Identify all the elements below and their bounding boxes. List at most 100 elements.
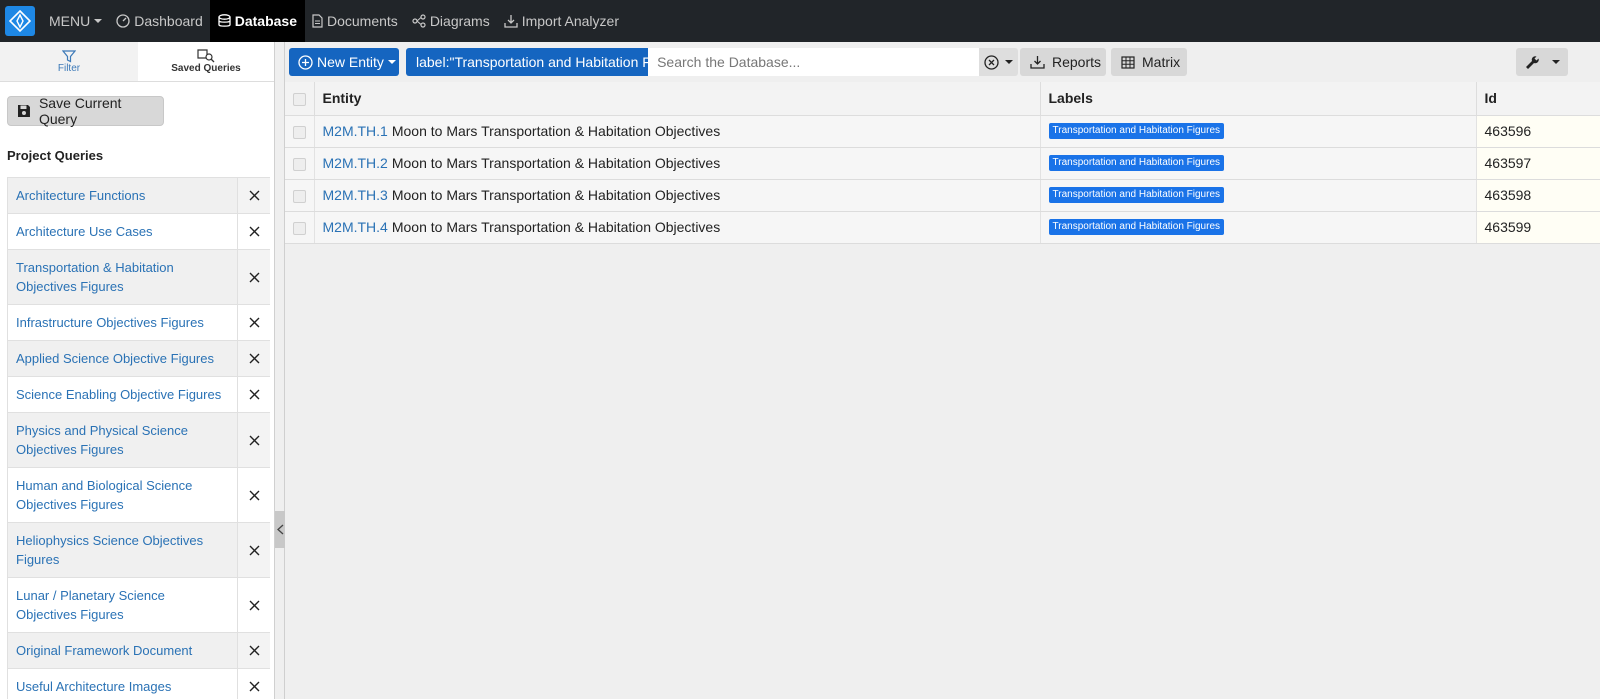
column-header-labels[interactable]: Labels	[1040, 82, 1477, 116]
table-row[interactable]: M2M.TH.3 Moon to Mars Transportation & Ha…	[285, 179, 1600, 212]
nav-import-analyzer[interactable]: Import Analyzer	[497, 0, 626, 42]
entity-cell: M2M.TH.2 Moon to Mars Transportation & Ha…	[314, 147, 1041, 180]
entity-code-link[interactable]: M2M.TH.3	[323, 187, 388, 203]
row-checkbox[interactable]	[292, 189, 306, 203]
close-icon	[249, 272, 259, 282]
label-badge[interactable]: Transportation and Habitation Figures	[1048, 154, 1224, 171]
save-icon	[17, 105, 30, 117]
delete-query-button[interactable]	[237, 341, 270, 376]
close-icon	[249, 190, 259, 201]
chevron-left-icon	[276, 524, 283, 535]
sidebar-collapse-handle[interactable]	[275, 511, 285, 548]
nav-import-analyzer-label: Import Analyzer	[521, 13, 619, 29]
column-header-id[interactable]: Id	[1476, 82, 1600, 116]
matrix-button[interactable]: Matrix	[1111, 48, 1187, 76]
id-cell: 463597	[1476, 147, 1600, 180]
database-toolbar: New Entity label:"Transportation and Hab…	[285, 42, 1600, 82]
table-row[interactable]: M2M.TH.1 Moon to Mars Transportation & Ha…	[285, 115, 1600, 148]
caret-down-icon	[1004, 60, 1013, 64]
delete-query-button[interactable]	[237, 214, 270, 249]
saved-query-link[interactable]: Architecture Functions	[8, 178, 237, 213]
delete-query-button[interactable]	[237, 250, 270, 304]
entity-code-link[interactable]: M2M.TH.1	[323, 123, 388, 139]
tab-saved-queries[interactable]: Saved Queries	[138, 42, 274, 81]
row-checkbox[interactable]	[292, 157, 306, 171]
delete-query-button[interactable]	[237, 305, 270, 340]
table-row[interactable]: M2M.TH.4 Moon to Mars Transportation & Ha…	[285, 211, 1600, 244]
delete-query-button[interactable]	[237, 413, 270, 467]
labels-cell: Transportation and Habitation Figures	[1040, 211, 1477, 244]
row-select-cell[interactable]	[285, 115, 315, 148]
saved-queries-icon	[197, 49, 215, 63]
entity-table: Entity Labels Id M2M.TH.1 Moon to Mars Tr…	[285, 82, 1600, 244]
row-select-cell[interactable]	[285, 179, 315, 212]
saved-query-link[interactable]: Lunar / Planetary Science Objectives Fig…	[8, 578, 237, 632]
saved-query-link[interactable]: Human and Biological Science Objectives …	[8, 468, 237, 522]
menu-label: MENU	[49, 13, 91, 29]
delete-query-button[interactable]	[237, 669, 270, 699]
menu-dropdown[interactable]: MENU	[42, 0, 109, 42]
saved-query-link[interactable]: Physics and Physical Science Objectives …	[8, 413, 237, 467]
label-badge[interactable]: Transportation and Habitation Figures	[1048, 186, 1224, 203]
select-all-checkbox[interactable]	[292, 93, 306, 107]
close-icon	[249, 317, 259, 328]
labels-cell: Transportation and Habitation Figures	[1040, 147, 1477, 180]
dashboard-icon	[116, 14, 130, 28]
labels-cell: Transportation and Habitation Figures	[1040, 179, 1477, 212]
row-checkbox[interactable]	[292, 221, 306, 235]
saved-query-link[interactable]: Original Framework Document	[8, 633, 237, 668]
save-current-query-label: Save Current Query	[38, 95, 122, 127]
select-all-cell[interactable]	[285, 82, 315, 116]
sidebar: Filter Saved Queries Save Current Query …	[0, 42, 275, 699]
entity-code-link[interactable]: M2M.TH.4	[323, 219, 388, 235]
column-header-entity[interactable]: Entity	[314, 82, 1041, 116]
clear-search-button[interactable]	[978, 48, 1018, 76]
delete-query-button[interactable]	[237, 633, 270, 668]
nav-documents[interactable]: Documents	[305, 0, 405, 42]
nav-dashboard-label: Dashboard	[134, 13, 203, 29]
row-select-cell[interactable]	[285, 211, 315, 244]
label-badge[interactable]: Transportation and Habitation Figures	[1048, 122, 1224, 139]
saved-query-link[interactable]: Useful Architecture Images	[8, 669, 237, 699]
saved-query-link[interactable]: Science Enabling Objective Figures	[8, 377, 237, 412]
delete-query-button[interactable]	[237, 178, 270, 213]
nav-diagrams[interactable]: Diagrams	[405, 0, 497, 42]
table-row[interactable]: M2M.TH.2 Moon to Mars Transportation & Ha…	[285, 147, 1600, 180]
close-icon	[249, 645, 259, 656]
saved-query-link[interactable]: Heliophysics Science Objectives Figures	[8, 523, 237, 577]
active-query-chip[interactable]: label:"Transportation and Habitation Fig…	[406, 48, 649, 76]
top-nav: MENU Dashboard Database Documents Diagra…	[0, 0, 1600, 42]
saved-query-item: Infrastructure Objectives Figures	[7, 305, 270, 341]
entity-code-link[interactable]: M2M.TH.2	[323, 155, 388, 171]
close-icon	[249, 545, 259, 555]
search-group: label:"Transportation and Habitation Fig…	[406, 48, 1018, 76]
nav-dashboard[interactable]: Dashboard	[109, 0, 210, 42]
delete-query-button[interactable]	[237, 377, 270, 412]
row-checkbox[interactable]	[292, 125, 306, 139]
import-icon	[504, 15, 518, 28]
reports-button[interactable]: Reports	[1020, 48, 1106, 76]
saved-query-item: Physics and Physical Science Objectives …	[7, 413, 270, 468]
tab-filter[interactable]: Filter	[0, 42, 138, 81]
label-badge[interactable]: Transportation and Habitation Figures	[1048, 218, 1224, 235]
delete-query-button[interactable]	[237, 468, 270, 522]
settings-wrench-button[interactable]	[1516, 48, 1568, 76]
saved-query-link[interactable]: Infrastructure Objectives Figures	[8, 305, 237, 340]
search-input[interactable]	[648, 48, 979, 76]
nav-database[interactable]: Database	[209, 0, 305, 42]
app-logo[interactable]	[5, 6, 35, 36]
saved-query-link[interactable]: Applied Science Objective Figures	[8, 341, 237, 376]
delete-query-button[interactable]	[237, 578, 270, 632]
save-current-query-button[interactable]: Save Current Query	[7, 95, 164, 127]
close-icon	[249, 490, 259, 500]
entity-name: Moon to Mars Transportation & Habitation…	[391, 155, 721, 171]
saved-query-item: Applied Science Objective Figures	[7, 341, 270, 377]
saved-query-link[interactable]: Architecture Use Cases	[8, 214, 237, 249]
row-select-cell[interactable]	[285, 147, 315, 180]
close-icon	[249, 600, 259, 610]
saved-query-item: Architecture Use Cases	[7, 214, 270, 250]
new-entity-button[interactable]: New Entity	[289, 48, 399, 76]
saved-query-link[interactable]: Transportation & Habitation Objectives F…	[8, 250, 237, 304]
tab-filter-label: Filter	[57, 62, 81, 74]
delete-query-button[interactable]	[237, 523, 270, 577]
